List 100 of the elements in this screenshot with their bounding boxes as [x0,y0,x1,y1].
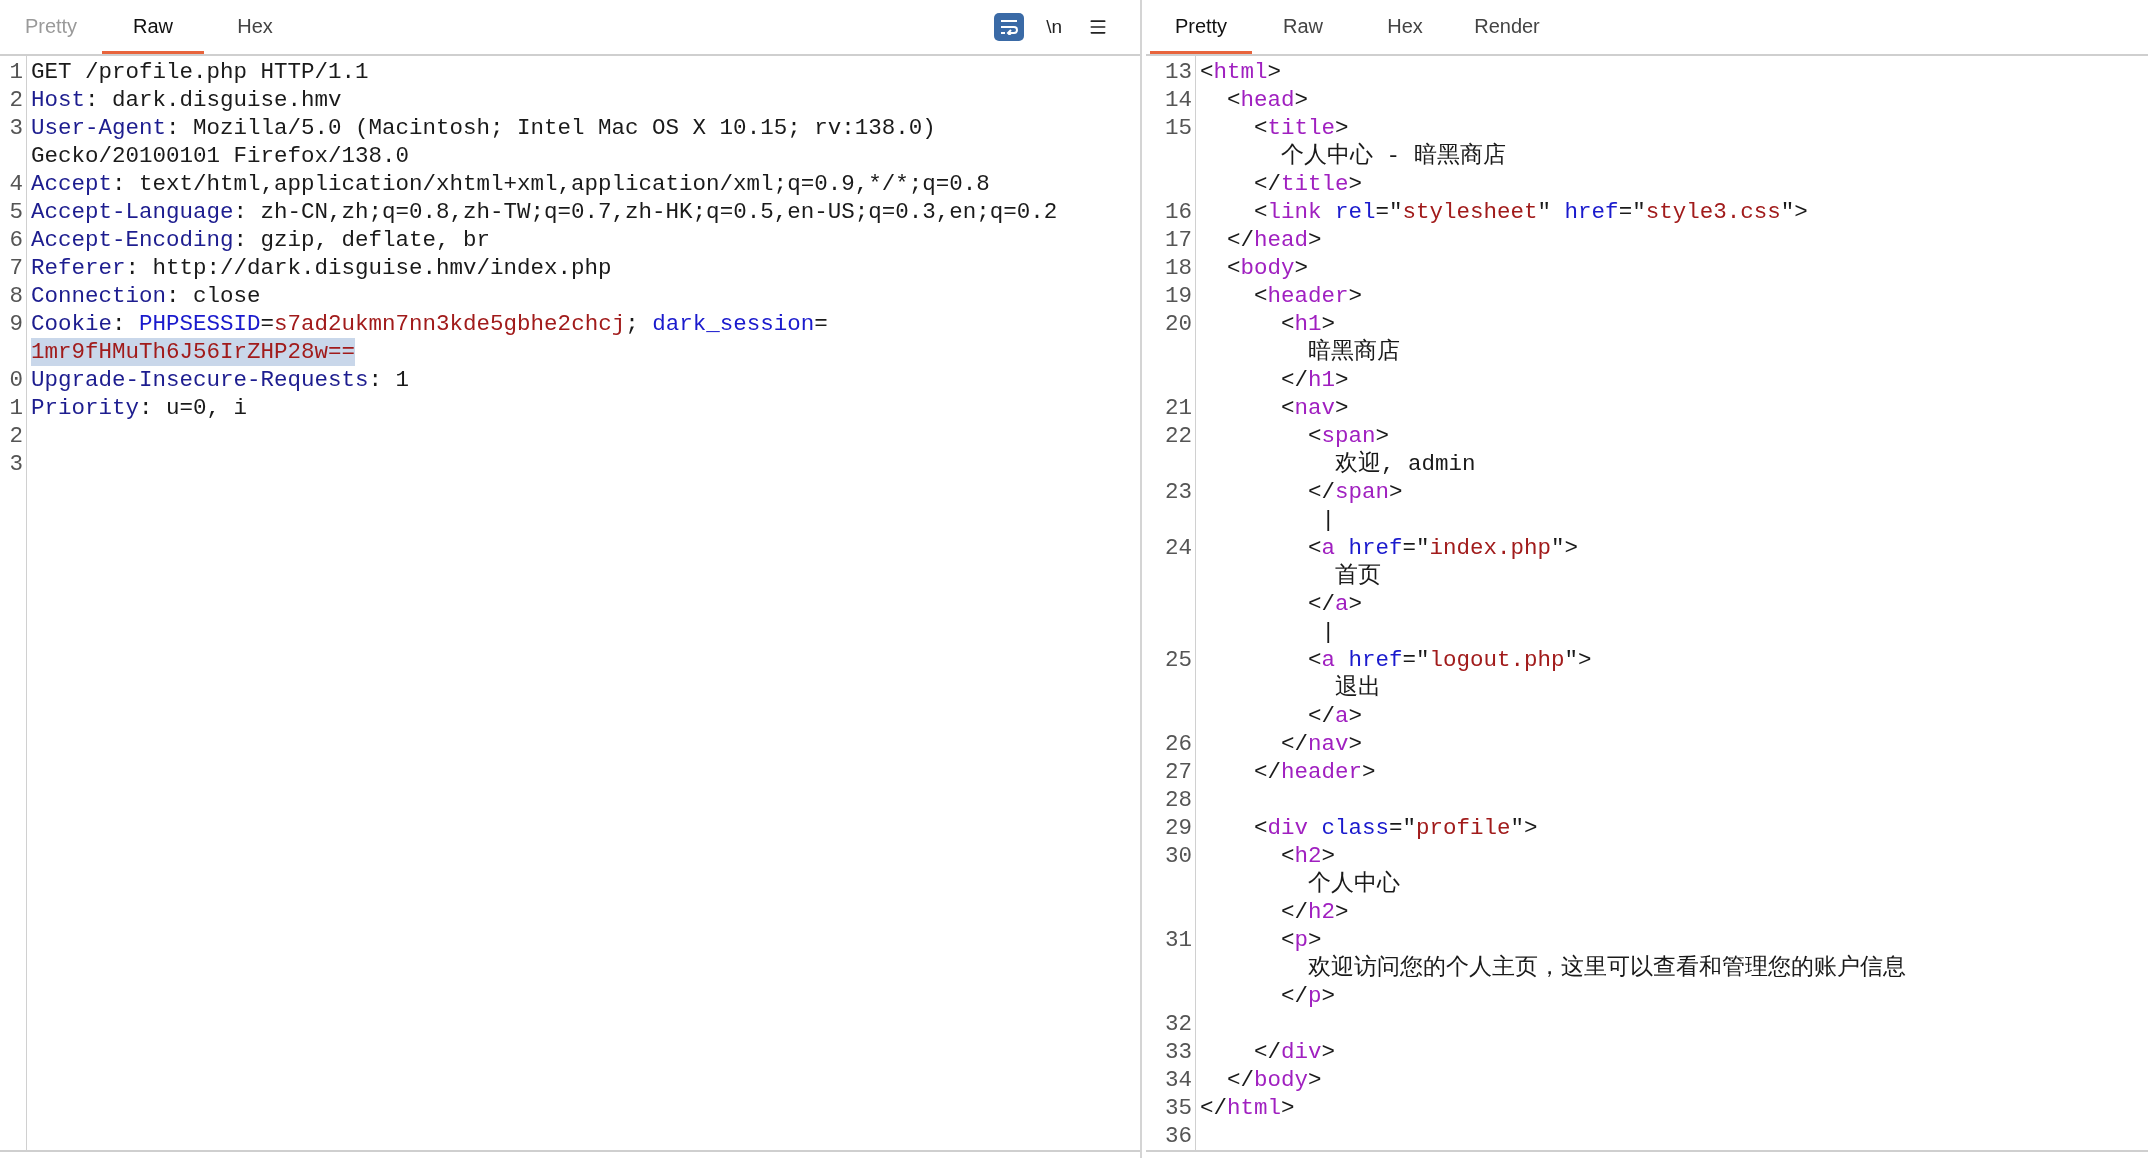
code-text: head [1240,86,1295,114]
code-text: href [1347,646,1403,674]
line-number: 2 [9,86,23,114]
code-text: Accept [31,170,112,198]
code-text: < [1280,310,1295,338]
code-text: > [1308,926,1322,954]
code-text: | [1320,506,1336,534]
code-text: > [1348,730,1363,758]
code-text: > [1348,590,1363,618]
code-text: Host [31,86,85,114]
code-text: 暗黑商店 [1307,338,1401,366]
code-text: head [1254,226,1309,254]
code-text: p [1294,926,1309,954]
view-tab[interactable]: Hex [1354,0,1456,54]
code-text: > [1375,422,1390,450]
code-text: 欢迎访问您的个人主页，这里可以查看和管理您的账户信息 [1307,954,1907,982]
code-text: class [1320,814,1390,842]
code-text: < [1253,198,1268,226]
code-text: ; [625,310,640,338]
code-text: stylesheet [1402,198,1538,226]
line-number: 34 [1165,1066,1192,1094]
code-text: > [1321,982,1336,1010]
line-number: 7 [9,254,23,282]
line-number: 19 [1165,282,1192,310]
code-text: : 1 [368,366,410,394]
code-text: h1 [1294,310,1322,338]
selected-text: 1mr9fHMuTh6J56IrZHP28w== [31,338,356,366]
code-text: : dark.disguise.hmv [85,86,342,114]
code-text: span [1335,478,1390,506]
view-tab[interactable]: Raw [1252,0,1354,54]
code-text: </ [1280,982,1309,1010]
code-text: > [1321,1038,1336,1066]
code-text: User-Agent [31,114,167,142]
code-text: > [1389,478,1403,506]
code-text: body [1254,1066,1309,1094]
code-text: header [1267,282,1349,310]
line-number: 35 [1165,1094,1192,1122]
line-number: 31 [1165,926,1192,954]
code-text: < [1280,842,1295,870]
code-text: body [1240,254,1295,282]
code-text: < [1200,58,1214,86]
code-text: < [1226,254,1241,282]
code-text: Cookie [31,310,112,338]
code-text: > [1321,842,1336,870]
code-text: </ [1200,1094,1227,1122]
code-text: 退出 [1334,674,1382,702]
code-text: a [1321,646,1336,674]
code-text: 个人中心 - 暗黑商店 [1280,142,1506,170]
line-number: 23 [1165,478,1192,506]
code-text: </ [1253,1038,1281,1066]
line-number: 16 [1165,198,1192,226]
line-number: 33 [1165,1038,1192,1066]
line-number: 13 [1165,58,1192,86]
code-text: < [1307,646,1322,674]
wrap-toggle[interactable] [994,13,1025,41]
code-text: index.php [1429,534,1552,562]
code-text: : gzip, deflate, br [233,226,491,254]
code-text: </ [1226,1066,1254,1094]
code-text: a [1321,534,1336,562]
view-tab[interactable]: Render [1456,0,1558,54]
wrap-icon [999,19,1020,35]
line-number: 3 [9,450,23,478]
code-text: > [1281,1094,1295,1122]
line-number: 9 [9,310,23,338]
code-text: </ [1280,898,1309,926]
line-number: 15 [1165,114,1192,142]
code-text: =" [1618,198,1646,226]
code-text: </ [1307,590,1336,618]
code-text: : [112,310,127,338]
code-text: nav [1308,730,1349,758]
view-tab[interactable]: Raw [102,0,204,54]
code-text: profile [1416,814,1511,842]
code-text: = [814,310,828,338]
newline-toggle[interactable]: \n [1042,13,1066,41]
view-tab[interactable]: Pretty [1150,0,1252,54]
code-text: < [1280,926,1295,954]
code-text: =" [1402,646,1430,674]
menu-icon [1088,17,1108,37]
code-text: < [1253,814,1268,842]
code-text: > [1348,702,1363,730]
code-text: s7ad2ukmn7nn3kde5gbhe2chcj [274,310,626,338]
code-text: Accept-Language [31,198,234,226]
code-text: p [1308,982,1322,1010]
code-text: div [1281,1038,1322,1066]
code-text: </ [1307,478,1336,506]
view-tab[interactable]: Hex [204,0,306,54]
code-text: html [1213,58,1268,86]
line-number: 20 [1165,310,1192,338]
code-text: < [1280,394,1295,422]
code-text: > [1294,86,1309,114]
code-text: href [1347,534,1403,562]
code-text: > [1362,758,1376,786]
code-text: Priority [31,394,140,422]
line-number: 30 [1165,842,1192,870]
code-text: Accept-Encoding [31,226,234,254]
code-text: </ [1226,226,1254,254]
code-text: PHPSESSID [139,310,261,338]
code-text: > [1335,394,1349,422]
code-text: span [1321,422,1376,450]
code-text: : http://dark.disguise.hmv/index.php [125,254,612,282]
